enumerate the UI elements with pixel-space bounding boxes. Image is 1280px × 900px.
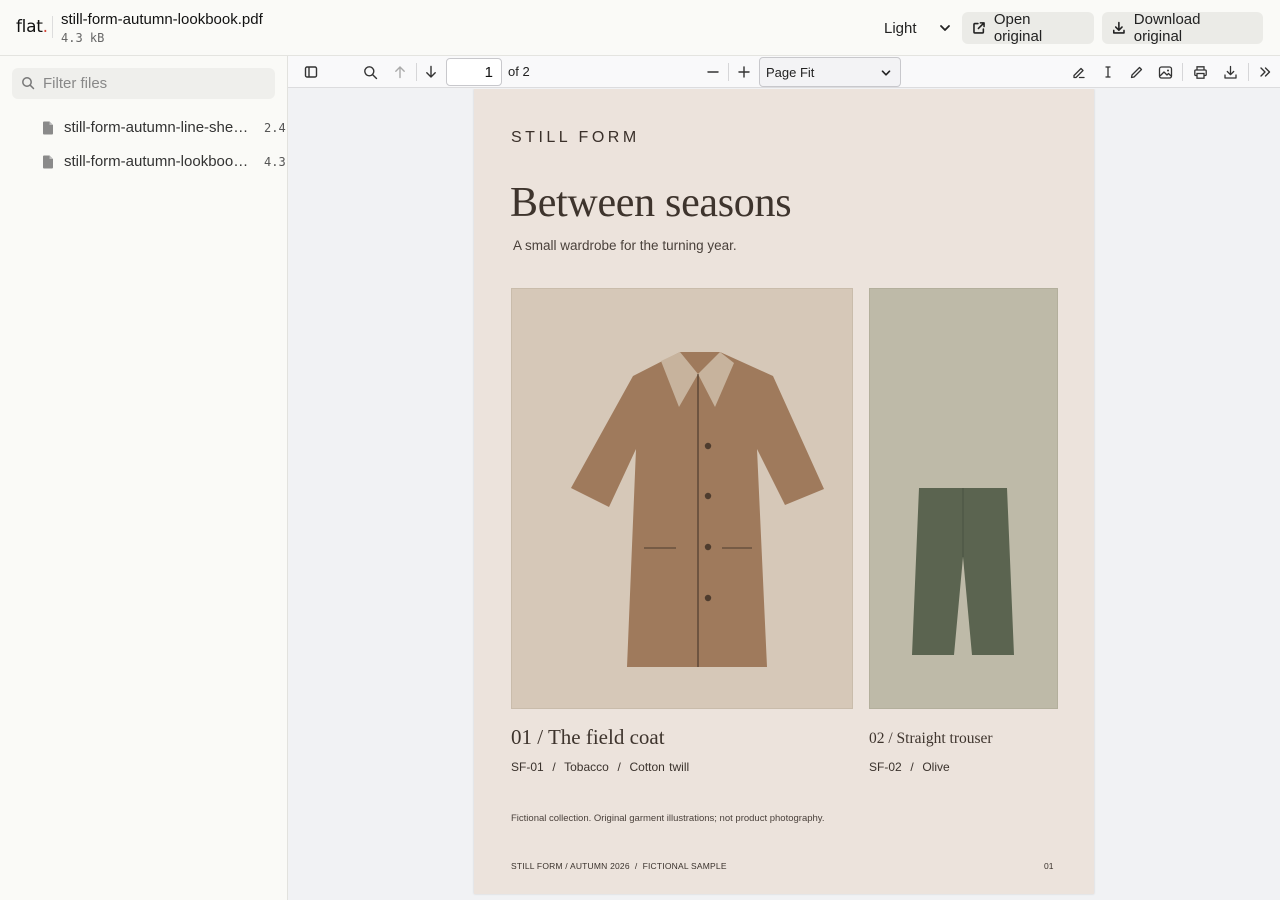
item-caption: 01 / The field coat bbox=[511, 725, 665, 749]
trouser-illustration-panel bbox=[869, 288, 1058, 709]
file-size: 4.3 kB bbox=[61, 31, 105, 45]
zoom-select[interactable]: Page Fit bbox=[759, 57, 901, 87]
draw-button[interactable] bbox=[1126, 62, 1146, 82]
print-button[interactable] bbox=[1190, 62, 1210, 82]
image-icon bbox=[1158, 65, 1172, 79]
zoom-in-button[interactable] bbox=[734, 62, 754, 82]
file-icon bbox=[43, 121, 53, 135]
download-icon bbox=[1112, 21, 1125, 34]
logo-dot: . bbox=[42, 17, 48, 37]
page-headline: Between seasons bbox=[510, 180, 792, 226]
file-size-label: 2.4 bbox=[264, 121, 286, 135]
app-logo[interactable]: flat. bbox=[16, 17, 48, 37]
coat-illustration bbox=[571, 352, 824, 667]
download-icon bbox=[1223, 65, 1237, 79]
toolbar-divider bbox=[416, 63, 417, 81]
find-button[interactable] bbox=[360, 62, 380, 82]
zoom-out-button[interactable] bbox=[703, 62, 723, 82]
search-icon bbox=[363, 65, 377, 79]
filter-files-input[interactable] bbox=[43, 68, 268, 99]
page-footer-left: STILL FORM / AUTUMN 2026 / FICTIONAL SAM… bbox=[511, 861, 727, 871]
arrow-up-icon bbox=[395, 66, 405, 79]
next-page-button[interactable] bbox=[421, 62, 441, 82]
sidebar-toggle-icon bbox=[304, 66, 318, 78]
file-sidebar: still-form-autumn-line-sheet.pdf 2.4 sti… bbox=[0, 56, 288, 900]
external-link-icon bbox=[973, 22, 985, 34]
chevron-down-icon bbox=[881, 70, 891, 76]
toggle-sidebar-button[interactable] bbox=[301, 62, 321, 82]
disclaimer-note: Fictional collection. Original garment i… bbox=[511, 813, 825, 824]
search-icon bbox=[22, 77, 35, 90]
file-name: still-form-autumn-lookbook.pdf bbox=[64, 153, 254, 170]
file-list-item[interactable]: still-form-autumn-line-sheet.pdf 2.4 bbox=[0, 113, 287, 143]
theme-select[interactable]: Light bbox=[876, 12, 956, 44]
trouser-illustration bbox=[912, 488, 1014, 655]
item-spec: SF-02 / Olive bbox=[869, 760, 950, 774]
pencil-icon bbox=[1130, 66, 1142, 78]
printer-icon bbox=[1193, 65, 1207, 79]
text-cursor-icon bbox=[1105, 66, 1111, 78]
page-number: 01 bbox=[1044, 861, 1054, 871]
toolbar-divider bbox=[1248, 63, 1249, 81]
toolbar-divider bbox=[1182, 63, 1183, 81]
file-icon bbox=[43, 155, 53, 169]
file-name: still-form-autumn-line-sheet.pdf bbox=[64, 119, 254, 136]
pdf-toolbar: of 2 Page Fit bbox=[288, 56, 1280, 88]
header-divider bbox=[52, 16, 53, 38]
item-spec: SF-01 / Tobacco / Cotton twill bbox=[511, 760, 690, 774]
file-list-item[interactable]: still-form-autumn-lookbook.pdf 4.3 bbox=[0, 147, 287, 177]
toolbar-divider bbox=[728, 63, 729, 81]
open-original-button[interactable]: Open original bbox=[962, 11, 1094, 45]
file-title: still-form-autumn-lookbook.pdf bbox=[61, 11, 263, 28]
minus-icon bbox=[707, 71, 719, 73]
highlighter-icon bbox=[1072, 67, 1085, 78]
page-count-label: of 2 bbox=[508, 64, 530, 79]
document-viewer[interactable]: STILL FORM Between seasons A small wardr… bbox=[288, 89, 1280, 900]
item-caption: 02 / Straight trouser bbox=[869, 730, 993, 747]
text-tool-button[interactable] bbox=[1098, 62, 1118, 82]
open-original-label: Open original bbox=[993, 11, 1043, 45]
download-original-button[interactable]: Download original bbox=[1102, 11, 1263, 45]
save-button[interactable] bbox=[1220, 62, 1240, 82]
previous-page-button[interactable] bbox=[390, 62, 410, 82]
arrow-down-icon bbox=[426, 65, 436, 78]
filter-box bbox=[12, 68, 275, 99]
theme-select-value: Light bbox=[884, 19, 917, 37]
page-number-input[interactable] bbox=[446, 58, 502, 86]
brand-name: STILL FORM bbox=[511, 129, 640, 146]
chevron-down-icon bbox=[940, 25, 950, 31]
pdf-page: STILL FORM Between seasons A small wardr… bbox=[474, 89, 1094, 894]
add-image-button[interactable] bbox=[1155, 62, 1175, 82]
page-subhead: A small wardrobe for the turning year. bbox=[513, 238, 737, 253]
download-original-label: Download original bbox=[1133, 11, 1201, 45]
more-tools-button[interactable] bbox=[1255, 62, 1275, 82]
logo-text: flat bbox=[16, 17, 43, 37]
plus-icon bbox=[738, 66, 750, 78]
double-chevron-right-icon bbox=[1260, 67, 1271, 77]
zoom-select-value: Page Fit bbox=[766, 65, 815, 80]
highlight-button[interactable] bbox=[1068, 62, 1088, 82]
app-header: flat. still-form-autumn-lookbook.pdf 4.3… bbox=[0, 0, 1280, 56]
file-size-label: 4.3 bbox=[264, 155, 286, 169]
coat-illustration-panel bbox=[511, 288, 853, 709]
